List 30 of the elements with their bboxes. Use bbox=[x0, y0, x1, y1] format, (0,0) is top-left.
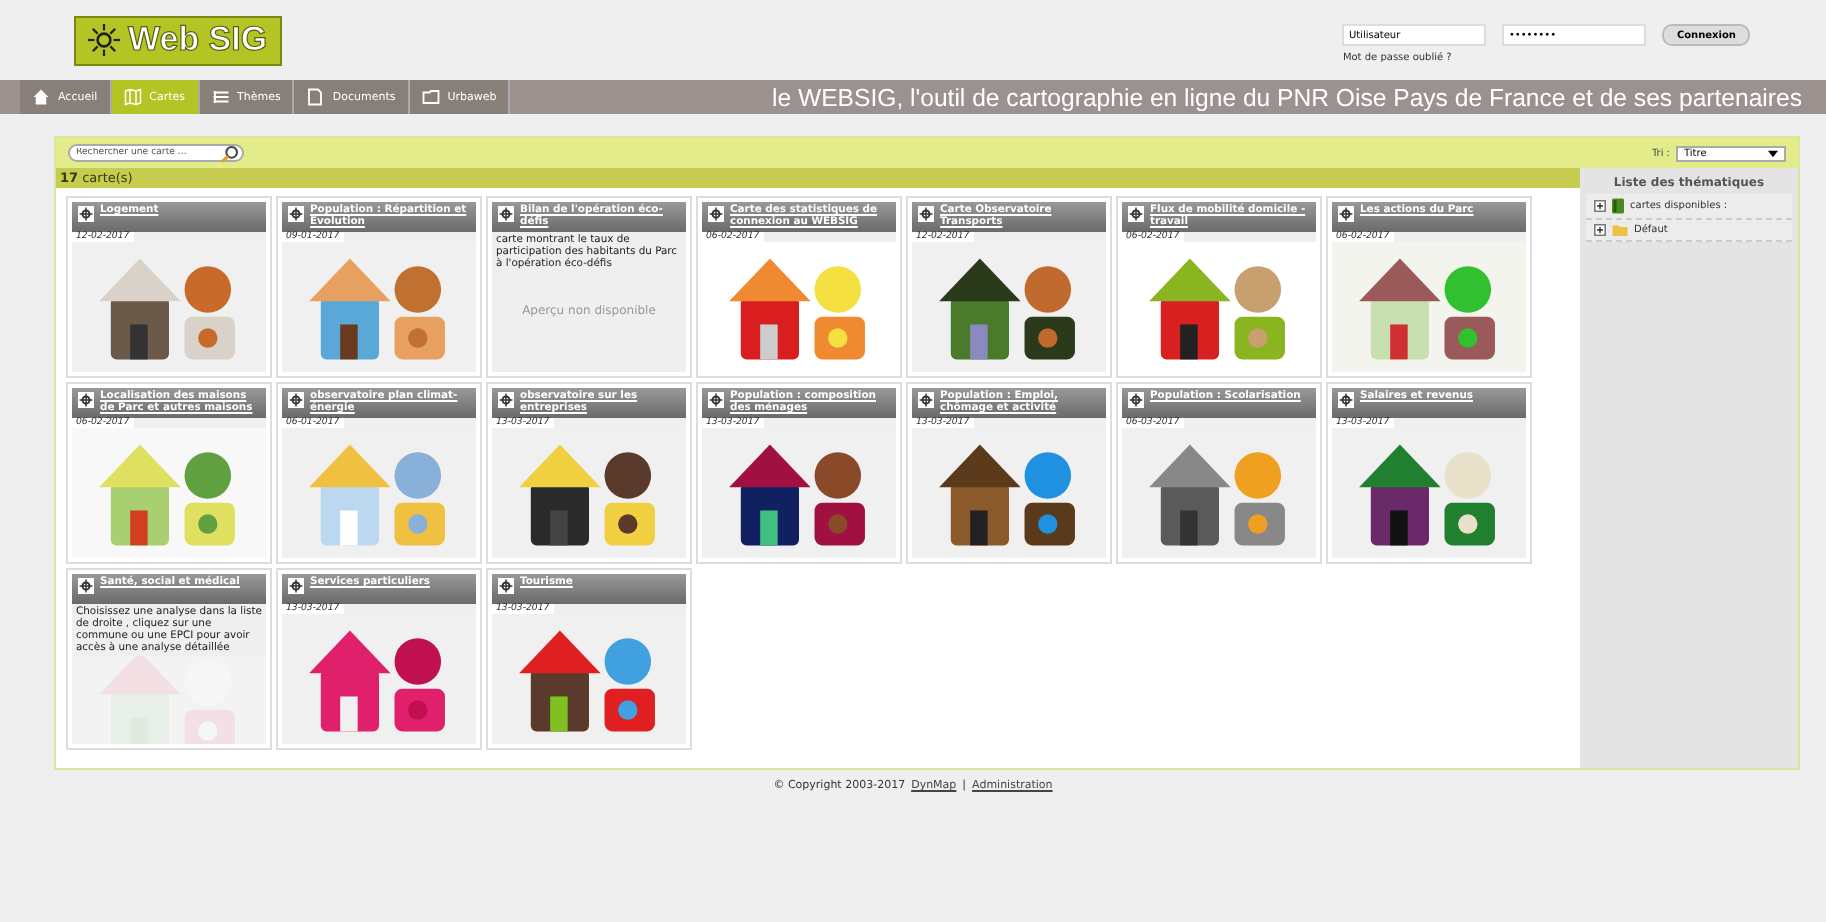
book-icon bbox=[1612, 198, 1624, 214]
expand-icon[interactable] bbox=[1594, 224, 1606, 236]
crosshair-icon[interactable] bbox=[1128, 206, 1144, 222]
crosshair-icon[interactable] bbox=[918, 206, 934, 222]
crosshair-icon[interactable] bbox=[288, 392, 304, 408]
document-icon bbox=[306, 88, 325, 106]
folder-icon bbox=[1612, 224, 1628, 236]
map-icon bbox=[123, 88, 142, 106]
crosshair-icon[interactable] bbox=[78, 392, 94, 408]
folder-icon bbox=[421, 88, 440, 106]
crosshair-icon[interactable] bbox=[498, 578, 514, 594]
logo-text: Web SIG bbox=[128, 20, 268, 60]
crosshair-icon[interactable] bbox=[708, 206, 724, 222]
crosshair-icon[interactable] bbox=[288, 578, 304, 594]
crosshair-icon[interactable] bbox=[498, 206, 514, 222]
crosshair-icon[interactable] bbox=[1338, 392, 1354, 408]
crosshair-icon[interactable] bbox=[288, 206, 304, 222]
crosshair-icon[interactable] bbox=[708, 392, 724, 408]
crosshair-icon[interactable] bbox=[78, 578, 94, 594]
crosshair-icon[interactable] bbox=[1128, 392, 1144, 408]
expand-icon[interactable] bbox=[1594, 200, 1606, 212]
crosshair-icon[interactable] bbox=[1338, 206, 1354, 222]
dropdown-icon bbox=[1768, 149, 1778, 157]
site-tagline: le WEBSIG, l'outil de cartographie en ligne du PNR Oise Pays de France et de ses partenaires bbox=[772, 83, 1802, 111]
home-icon bbox=[32, 88, 50, 106]
crosshair-icon[interactable] bbox=[918, 392, 934, 408]
sun-icon bbox=[88, 24, 120, 56]
crosshair-icon[interactable] bbox=[498, 392, 514, 408]
layers-icon bbox=[211, 88, 230, 106]
crosshair-icon[interactable] bbox=[78, 206, 94, 222]
